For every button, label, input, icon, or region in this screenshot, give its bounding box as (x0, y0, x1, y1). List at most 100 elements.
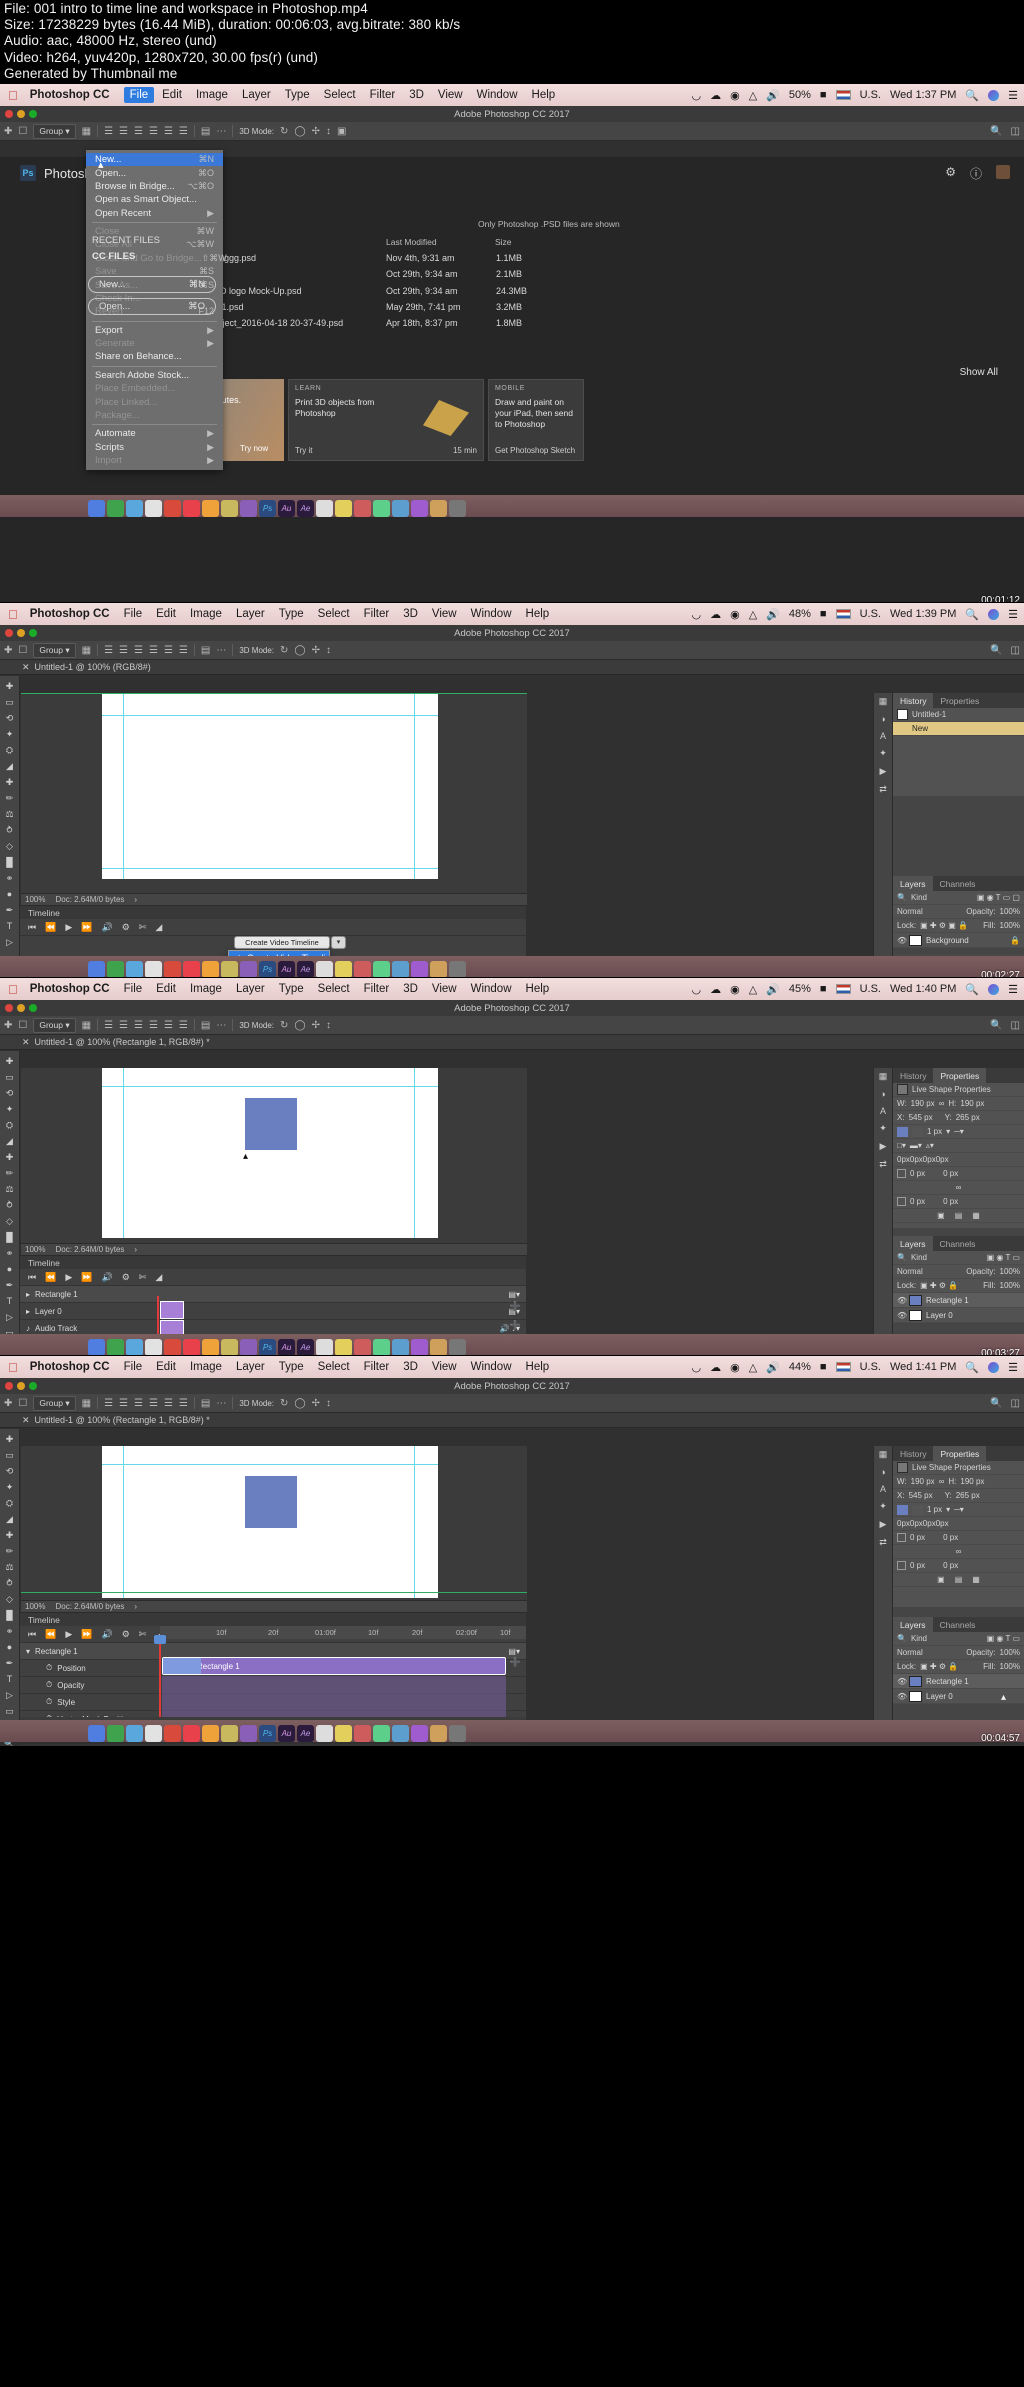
three-d-rotate-icon[interactable]: ↻ (280, 126, 288, 137)
stroke-row[interactable]: 1 px ▾ ─▾ (893, 1503, 1024, 1518)
wifi-icon[interactable]: △ (749, 89, 757, 102)
menu-select[interactable]: Select (318, 608, 350, 620)
battery-icon[interactable]: ■ (820, 1361, 827, 1373)
maximize-icon[interactable] (29, 1004, 37, 1013)
siri-icon[interactable] (988, 608, 1000, 620)
start-screen-sidebar-recent-label[interactable]: RECENT FILES (92, 235, 160, 246)
apple-icon[interactable]:  (8, 607, 18, 622)
dock-aftereffects-icon[interactable]: Ae (297, 500, 314, 518)
mute-audio-icon[interactable]: 🔊 (101, 922, 112, 933)
go-to-first-frame-icon[interactable]: ⏮ (28, 1629, 36, 1640)
dock-mail-icon[interactable] (145, 1725, 162, 1743)
align-middle-icon[interactable]: ☰ (164, 1398, 173, 1409)
dock-app-icon[interactable] (354, 961, 371, 978)
clone-stamp-tool-icon[interactable]: ⚖ (2, 1182, 18, 1197)
macos-dock[interactable]: Ps Au Ae (0, 956, 1024, 978)
layers-channels-tabs[interactable]: Layers Channels (893, 876, 1024, 892)
wifi-icon[interactable]: △ (749, 608, 757, 621)
timeline-settings-icon[interactable]: ⚙ (122, 1629, 130, 1640)
three-d-roll-icon[interactable]: ◯ (294, 1020, 305, 1031)
maximize-icon[interactable] (29, 110, 37, 119)
dock-podcasts-icon[interactable] (240, 500, 257, 518)
previous-frame-icon[interactable]: ⏪ (45, 1629, 56, 1640)
macos-dock[interactable]: Ps Au Ae (0, 495, 1024, 518)
styles-icon[interactable]: ⇄ (879, 1537, 887, 1548)
cloud-icon[interactable]: ☁ (710, 1361, 721, 1374)
menu-filter[interactable]: Filter (364, 983, 390, 995)
dock-notes-icon[interactable] (221, 961, 238, 978)
styles-icon[interactable]: ⇄ (879, 784, 887, 795)
three-d-scale-icon[interactable]: ▣ (337, 126, 346, 137)
dock-app-icon[interactable] (335, 500, 352, 518)
stroke-corner-icon[interactable]: ▵▾ (926, 1141, 934, 1150)
width-value[interactable]: 190 px (911, 1099, 935, 1108)
dock-launchpad-icon[interactable] (107, 1339, 124, 1356)
menu-layer[interactable]: Layer (236, 983, 265, 995)
menu-file[interactable]: File (124, 983, 143, 995)
healing-brush-tool-icon[interactable]: ✚ (2, 1528, 18, 1543)
dock-app-icon[interactable] (411, 500, 428, 518)
three-d-slide-icon[interactable]: ↕ (326, 126, 331, 137)
dock-notes-icon[interactable] (221, 500, 238, 518)
document-canvas[interactable] (102, 1068, 438, 1239)
dock-app-icon[interactable] (373, 1725, 390, 1743)
pen-tool-icon[interactable]: ✒ (2, 1656, 18, 1671)
canvas-area[interactable]: ▴ (21, 1068, 527, 1244)
dock-app-icon[interactable] (354, 1725, 371, 1743)
layer-name[interactable]: Layer 0 (926, 1692, 953, 1701)
corner-link-row[interactable]: ∞ (893, 1545, 1024, 1560)
menu-help[interactable]: Help (532, 89, 556, 101)
align-left-icon[interactable]: ☰ (104, 645, 113, 656)
brush-tool-icon[interactable]: ✏ (2, 1544, 18, 1559)
dock-maps-icon[interactable] (164, 1339, 181, 1356)
dock-audition-icon[interactable]: Au (278, 1339, 295, 1356)
apple-icon[interactable]:  (8, 88, 18, 103)
link-corners-icon[interactable]: ∞ (956, 1547, 962, 1556)
gradient-tool-icon[interactable]: █ (2, 1230, 18, 1245)
lock-row[interactable]: Lock: ▣ ✚ ⚙ ▣ 🔒 Fill: 100% (893, 919, 1024, 934)
table-row[interactable]: 👁 Background 🔒 (893, 933, 1024, 949)
add-media-icon[interactable]: ➕ (510, 1301, 521, 1312)
card-footer[interactable]: Get Photoshop Sketch (495, 446, 575, 455)
more-options-icon[interactable]: ⋯ (216, 1020, 226, 1031)
document-tab[interactable]: ✕ Untitled-1 @ 100% (Rectangle 1, RGB/8#)… (0, 1035, 1024, 1051)
tab-history[interactable]: History (893, 1446, 933, 1461)
lock-icons[interactable]: ▣ ✚ ⚙ 🔒 (920, 1662, 958, 1671)
history-item[interactable]: Untitled-1 (893, 708, 1024, 723)
menu-layer[interactable]: Layer (236, 1361, 265, 1373)
history-brush-tool-icon[interactable]: ⥁ (2, 1198, 18, 1213)
help-icon[interactable]: ⓘ (970, 165, 982, 182)
menu-view[interactable]: View (432, 608, 457, 620)
menu-image[interactable]: Image (190, 1361, 222, 1373)
search-icon[interactable]: 🔍 (897, 1634, 907, 1643)
zoom-level-label[interactable]: 100% (25, 1602, 45, 1611)
marquee-tool-icon[interactable]: ▭ (2, 1070, 18, 1085)
search-icon[interactable]: 🔍 (965, 89, 979, 102)
menu-3d[interactable]: 3D (409, 89, 424, 101)
brush-tool-icon[interactable]: ✏ (2, 791, 18, 806)
move-tool-icon[interactable]: ✚ (4, 645, 12, 656)
auto-select-icon[interactable]: ☐ (18, 1020, 27, 1031)
dock-photoshop-icon[interactable]: Ps (259, 961, 276, 978)
menu-file[interactable]: File (124, 1361, 143, 1373)
x-value[interactable]: 545 px (909, 1491, 933, 1500)
brush-tool-icon[interactable]: ✏ (2, 1166, 18, 1181)
siri-icon[interactable] (988, 983, 1000, 995)
dock-finder-icon[interactable] (88, 961, 105, 978)
character-icon[interactable]: A (880, 1484, 886, 1494)
minimize-icon[interactable] (17, 629, 25, 638)
corner-br-value[interactable]: 0 px (943, 1561, 958, 1570)
stopwatch-icon[interactable]: ⏱ (46, 1680, 52, 1690)
align-grid-icon[interactable]: ▦ (82, 126, 91, 137)
stopwatch-icon[interactable]: ⏱ (46, 1663, 52, 1673)
volume-icon[interactable]: 🔊 (766, 89, 780, 102)
dock-photos-icon[interactable] (202, 1725, 219, 1743)
position-row[interactable]: X: 545 px Y: 265 px (893, 1111, 1024, 1126)
menu-item-place-embedded[interactable]: Place Embedded... (86, 382, 223, 395)
wifi-icon[interactable]: △ (749, 983, 757, 996)
move-tool-icon[interactable]: ✚ (2, 1432, 18, 1447)
marquee-tool-icon[interactable]: ▭ (2, 1448, 18, 1463)
more-options-icon[interactable]: ⋯ (216, 645, 226, 656)
corner-br-value[interactable]: 0 px (943, 1197, 958, 1206)
fill-value[interactable]: 100% (1000, 1281, 1020, 1290)
